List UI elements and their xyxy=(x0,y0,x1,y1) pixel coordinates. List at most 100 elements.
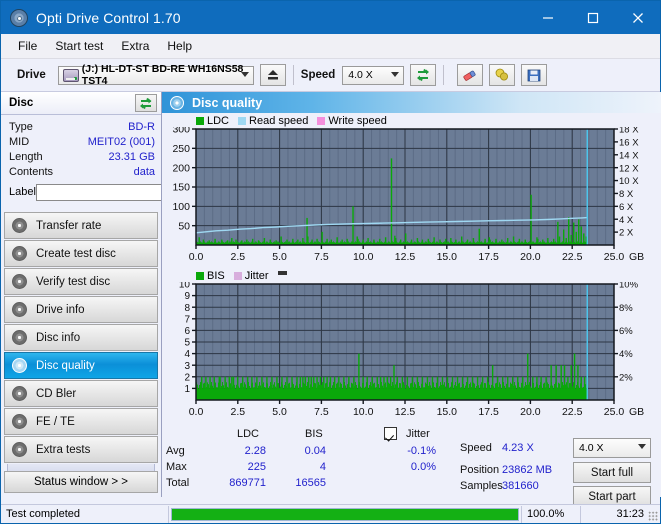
bis-chart[interactable]: 1 2 3 4 5 6 7 8 9 10 2% 4% 6% 8% 10% 0.0 2.5 5.0 7.5 10.0 12… xyxy=(162,282,661,422)
drive-select-value: (J:) HL-DT-ST BD-RE WH16NS58 TST4 xyxy=(81,63,244,87)
speed-stat-label: Speed xyxy=(460,442,492,454)
test-speed-select[interactable]: 4.0 X xyxy=(573,438,651,458)
sidebar-item-create-test-disc[interactable]: Create test disc xyxy=(4,240,158,267)
disc-icon xyxy=(12,246,27,261)
app-window: Opti Drive Control 1.70 File Start test … xyxy=(0,0,661,524)
stats-row-avg-label: Avg xyxy=(166,445,185,457)
svg-text:GB: GB xyxy=(629,406,644,418)
drive-select[interactable]: (J:) HL-DT-ST BD-RE WH16NS58 TST4 xyxy=(57,63,254,87)
sidebar-item-verify-test-disc[interactable]: Verify test disc xyxy=(4,268,158,295)
stats-col-ldc: LDC xyxy=(237,428,260,440)
disc-panel-title: Disc xyxy=(9,97,34,109)
window-title: Opti Drive Control 1.70 xyxy=(36,9,181,26)
stats-col-bis: BIS xyxy=(305,428,323,440)
svg-text:7.5: 7.5 xyxy=(314,251,329,263)
svg-text:4 X: 4 X xyxy=(619,215,634,226)
menu-bar: File Start test Extra Help xyxy=(1,34,660,59)
sidebar-item-disc-quality[interactable]: Disc quality xyxy=(4,352,158,379)
resize-grip[interactable] xyxy=(648,511,658,521)
window-controls xyxy=(525,1,660,34)
sidebar-item-transfer-rate[interactable]: Transfer rate xyxy=(4,212,158,239)
svg-text:25.0: 25.0 xyxy=(604,406,625,418)
menu-item-help[interactable]: Help xyxy=(158,36,201,56)
svg-text:GB: GB xyxy=(629,251,644,263)
toolbar-divider-2 xyxy=(443,65,445,85)
sidebar-item-cd-bler[interactable]: CD Bler xyxy=(4,380,158,407)
title-bar: Opti Drive Control 1.70 xyxy=(1,1,660,34)
maximize-icon[interactable] xyxy=(570,1,615,34)
svg-text:18 X: 18 X xyxy=(619,127,639,136)
svg-text:150: 150 xyxy=(172,182,190,194)
status-message: Test completed xyxy=(1,505,169,523)
disc-icon xyxy=(170,95,184,110)
sidebar-item-label: Create test disc xyxy=(36,247,116,260)
svg-text:2%: 2% xyxy=(619,372,633,383)
disc-label-key: Label xyxy=(9,186,36,198)
legend-swatch-write-speed xyxy=(317,116,326,125)
stats-total-ldc: 869771 xyxy=(229,477,266,489)
legend-jitter: Jitter xyxy=(233,270,269,282)
speed-stat-value: 4.23 X xyxy=(502,442,534,454)
stats-row-total-label: Total xyxy=(166,477,190,489)
minimize-icon[interactable] xyxy=(525,1,570,34)
jitter-checkbox[interactable] xyxy=(384,427,397,440)
svg-text:10: 10 xyxy=(179,282,191,291)
speed-label: Speed xyxy=(300,69,336,81)
disc-row-mid: MID MEIT02 (001) xyxy=(9,134,155,149)
progress-percent: 100.0% xyxy=(521,505,581,523)
disc-row-mid-value: MEIT02 (001) xyxy=(87,135,155,148)
svg-text:2 X: 2 X xyxy=(619,228,634,239)
svg-text:15.0: 15.0 xyxy=(437,251,458,263)
ldc-chart[interactable]: 50 100 150 200 250 300 2 X 4 X 6 X 8 X 10 X 12 X 14 … xyxy=(162,127,661,267)
start-full-button[interactable]: Start full xyxy=(573,462,651,483)
speed-select[interactable]: 4.0 X xyxy=(342,65,405,85)
jitter-marker-icon xyxy=(277,271,287,275)
menu-item-extra[interactable]: Extra xyxy=(112,36,158,56)
eraser-icon xyxy=(463,70,476,81)
disc-icon xyxy=(12,358,27,373)
sidebar-item-disc-info[interactable]: Disc info xyxy=(4,324,158,351)
refresh-icon xyxy=(416,68,429,82)
legend-label-read-speed: Read speed xyxy=(249,114,309,127)
chevron-down-icon xyxy=(391,71,400,77)
page-title: Disc quality xyxy=(192,95,263,110)
speed-select-value: 4.0 X xyxy=(348,69,373,81)
sidebar-item-extra-tests[interactable]: Extra tests xyxy=(4,436,158,463)
toolbar-divider-1 xyxy=(292,65,294,85)
progress-bar xyxy=(171,507,519,521)
tools-button[interactable] xyxy=(489,64,516,86)
svg-text:50: 50 xyxy=(178,220,190,232)
disc-refresh-button[interactable] xyxy=(135,94,157,112)
erase-button[interactable] xyxy=(457,64,484,86)
menu-item-file[interactable]: File xyxy=(9,36,46,56)
drive-label: Drive xyxy=(17,69,46,81)
legend-label-bis: BIS xyxy=(207,269,225,282)
stats-row-max-label: Max xyxy=(166,461,187,473)
disc-icon xyxy=(12,218,27,233)
disc-row-contents-key: Contents xyxy=(9,165,54,178)
close-icon[interactable] xyxy=(615,1,660,34)
save-button[interactable] xyxy=(521,64,548,86)
refresh-button[interactable] xyxy=(410,64,437,86)
legend-swatch-ldc xyxy=(196,116,204,125)
main-body: Disc Type BD-R MID MEIT02 (001) Length 2… xyxy=(1,92,661,507)
status-window-button[interactable]: Status window > > xyxy=(4,471,158,493)
progress-bar-fill xyxy=(172,508,518,520)
disc-row-contents: Contents data xyxy=(9,164,155,179)
sidebar-item-fe-te[interactable]: FE / TE xyxy=(4,408,158,435)
chevron-down-icon xyxy=(240,71,249,77)
stats-max-ldc: 225 xyxy=(247,461,266,473)
sidebar-item-drive-info[interactable]: Drive info xyxy=(4,296,158,323)
menu-item-start-test[interactable]: Start test xyxy=(46,36,112,56)
disc-icon xyxy=(12,386,27,401)
svg-text:2.5: 2.5 xyxy=(230,251,245,263)
svg-text:100: 100 xyxy=(172,201,190,213)
svg-text:5: 5 xyxy=(184,338,190,349)
svg-text:20.0: 20.0 xyxy=(520,251,541,263)
disc-icon xyxy=(12,330,27,345)
svg-text:2: 2 xyxy=(184,372,190,383)
eject-button[interactable] xyxy=(259,64,286,86)
disc-icon xyxy=(12,274,27,289)
legend-write-speed: Write speed xyxy=(317,115,387,127)
svg-text:5.0: 5.0 xyxy=(272,251,287,263)
